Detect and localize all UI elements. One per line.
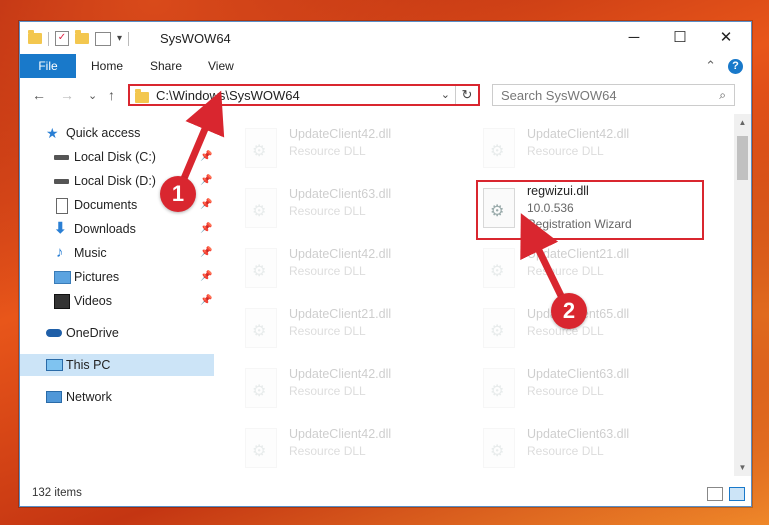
- arrow-to-address-bar: [176, 90, 225, 190]
- callout-badge-2: 2: [551, 293, 587, 329]
- callout-badge-1: 1: [160, 176, 196, 212]
- annotation-arrows: [176, 90, 570, 308]
